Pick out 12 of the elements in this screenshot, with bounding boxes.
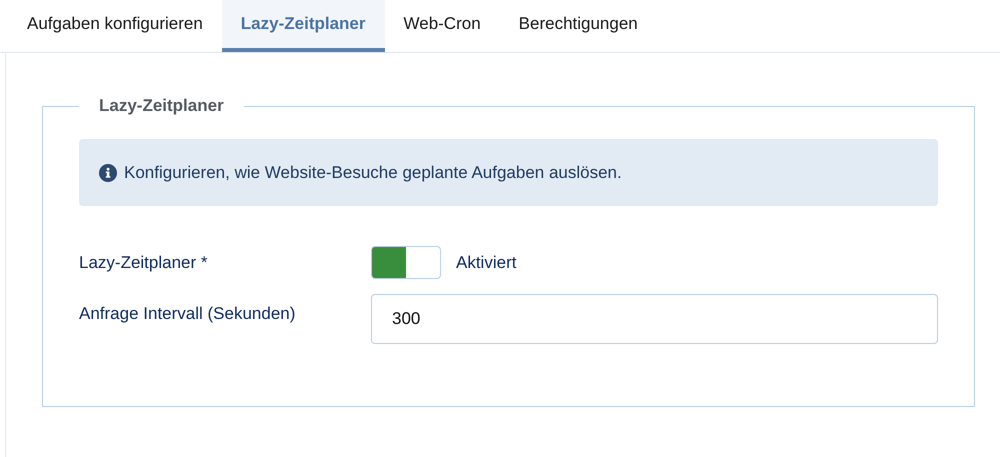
field-label: Anfrage Intervall (Sekunden) <box>79 303 296 324</box>
field-label: Lazy-Zeitplaner * <box>79 252 209 272</box>
tab[interactable]: Aufgaben konfigurieren <box>8 0 222 52</box>
interval-input[interactable]: 300 <box>371 294 938 344</box>
toggle-switch[interactable] <box>371 246 441 279</box>
tab[interactable]: Lazy-Zeitplaner <box>222 0 384 52</box>
alert-text: Konfigurieren, wie Website-Besuche geplante Aufgaben auslösen. <box>124 162 622 182</box>
tab[interactable]: Web-Cron <box>384 0 500 52</box>
info-icon <box>99 164 117 182</box>
fieldset-legend: Lazy-Zeitplaner <box>79 96 244 116</box>
tab[interactable]: Berechtigungen <box>500 0 657 52</box>
switch-state-label: Aktiviert <box>456 252 516 272</box>
